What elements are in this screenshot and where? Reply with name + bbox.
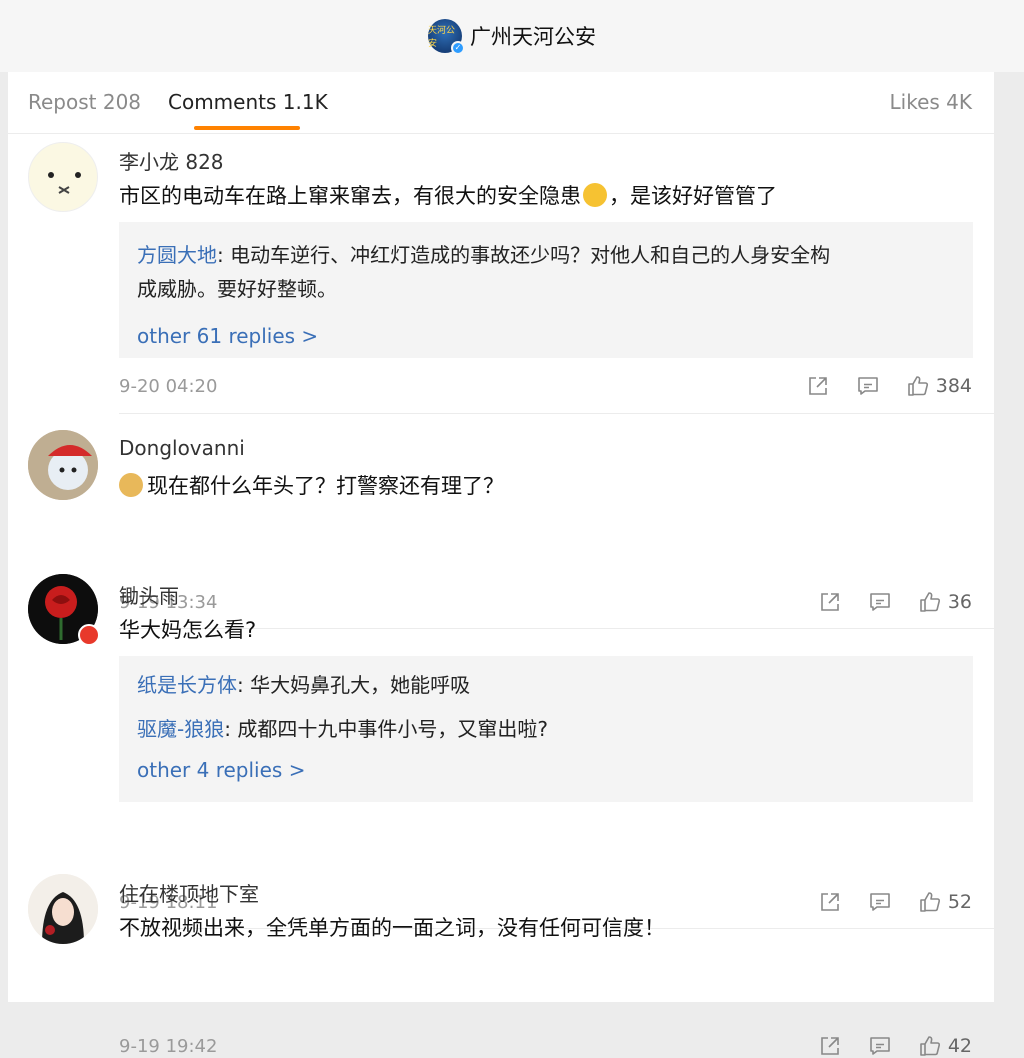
top-bar: 天河公安 ✓ 广州天河公安 (0, 0, 1024, 72)
comment-text: 市区的电动车在路上窜来窜去，有很大的安全隐患 ，是该好好管管了 (119, 183, 777, 208)
tab-bar: Repost 208 Comments 1.1K Likes 4K (8, 72, 994, 134)
more-replies-link[interactable]: other 61 replies > (137, 324, 955, 348)
like-count: 384 (935, 375, 972, 397)
account-header[interactable]: 天河公安 ✓ 广州天河公安 (428, 19, 596, 55)
active-tab-indicator (194, 126, 300, 130)
tab-comments[interactable]: Comments 1.1K (168, 90, 328, 114)
doll-photo-icon (28, 430, 98, 500)
thumbs-up-icon[interactable] (918, 890, 942, 914)
comment-actions: 52 (792, 890, 972, 914)
reply-user[interactable]: 驱魔-狼狼 (137, 717, 224, 741)
avatar[interactable] (28, 142, 98, 212)
comment-text: 现在都什么年头了？打警察还有理了？ (119, 470, 504, 500)
thumbs-up-icon[interactable] (906, 374, 930, 398)
more-replies-link[interactable]: other 4 replies > (137, 758, 955, 782)
reply-box: 纸是长方体: 华大妈鼻孔大，她能呼吸 驱魔-狼狼: 成都四十九中事件小号，又窜出… (119, 656, 973, 802)
comment-actions: 36 (792, 590, 972, 614)
reply-text: 电动车逆行、冲红灯造成的事故还少吗？对他人和自己的人身安全构 (230, 243, 831, 267)
verified-badge-icon: ✓ (451, 41, 465, 55)
reply-text-continued: 成威胁。要好好整顿。 (137, 277, 337, 301)
reply-item: 方圆大地: 电动车逆行、冲红灯造成的事故还少吗？对他人和自己的人身安全构 成威胁… (137, 243, 831, 301)
share-icon[interactable] (818, 890, 842, 914)
tab-repost[interactable]: Repost 208 (28, 90, 141, 114)
illustrated-portrait-icon (28, 874, 98, 944)
reply-user[interactable]: 方圆大地 (137, 243, 217, 267)
comments-panel: Repost 208 Comments 1.1K Likes 4K 李小龙 82… (8, 72, 994, 1057)
comment-actions: 42 (792, 1034, 972, 1058)
badge-icon (78, 624, 100, 646)
account-name[interactable]: 广州天河公安 (470, 21, 596, 51)
thumbs-up-icon[interactable] (918, 1034, 942, 1058)
comment-actions: 384 (780, 374, 972, 398)
comment-time: 9-20 04:20 (119, 376, 218, 397)
avatar[interactable] (28, 874, 98, 944)
share-icon[interactable] (818, 590, 842, 614)
comment-author[interactable]: 住在楼顶地下室 (119, 878, 259, 907)
reply-box: 方圆大地: 电动车逆行、冲红灯造成的事故还少吗？对他人和自己的人身安全构 成威胁… (119, 222, 973, 358)
comment-author[interactable]: Donglovanni (119, 436, 245, 460)
comment-author[interactable]: 李小龙 828 (119, 146, 224, 175)
divider (119, 413, 994, 414)
comment-text: 华大妈怎么看? (119, 618, 257, 642)
like-count: 42 (947, 1035, 972, 1057)
reply-text: 华大妈鼻孔大，她能呼吸 (250, 673, 471, 697)
tab-likes[interactable]: Likes 4K (890, 90, 973, 114)
comment-text: 不放视频出来，全凭单方面的一面之词，没有任何可信度！ (119, 916, 665, 940)
comment-time: 9-19 19:42 (119, 1036, 218, 1057)
share-icon[interactable] (806, 374, 830, 398)
account-avatar[interactable]: 天河公安 ✓ (428, 19, 465, 55)
reply-user[interactable]: 纸是长方体 (137, 673, 237, 697)
share-icon[interactable] (818, 1034, 842, 1058)
like-count: 36 (947, 591, 972, 613)
avatar[interactable] (28, 430, 98, 500)
comment-author[interactable]: 锄头雨 (119, 580, 179, 609)
comment-icon[interactable] (868, 1034, 892, 1058)
avatar[interactable] (28, 574, 100, 646)
reply-text: 成都四十九中事件小号，又窜出啦? (237, 717, 548, 741)
comment-icon[interactable] (868, 590, 892, 614)
comment-icon[interactable] (856, 374, 880, 398)
like-count: 52 (947, 891, 972, 913)
thumbs-up-icon[interactable] (918, 590, 942, 614)
grin-emoji-icon (583, 183, 607, 207)
reply-item: 驱魔-狼狼: 成都四十九中事件小号，又窜出啦? (137, 717, 548, 741)
comment-icon[interactable] (868, 890, 892, 914)
cartoon-face-icon (48, 172, 81, 194)
doge-emoji-icon (119, 473, 143, 497)
reply-item: 纸是长方体: 华大妈鼻孔大，她能呼吸 (137, 673, 471, 697)
